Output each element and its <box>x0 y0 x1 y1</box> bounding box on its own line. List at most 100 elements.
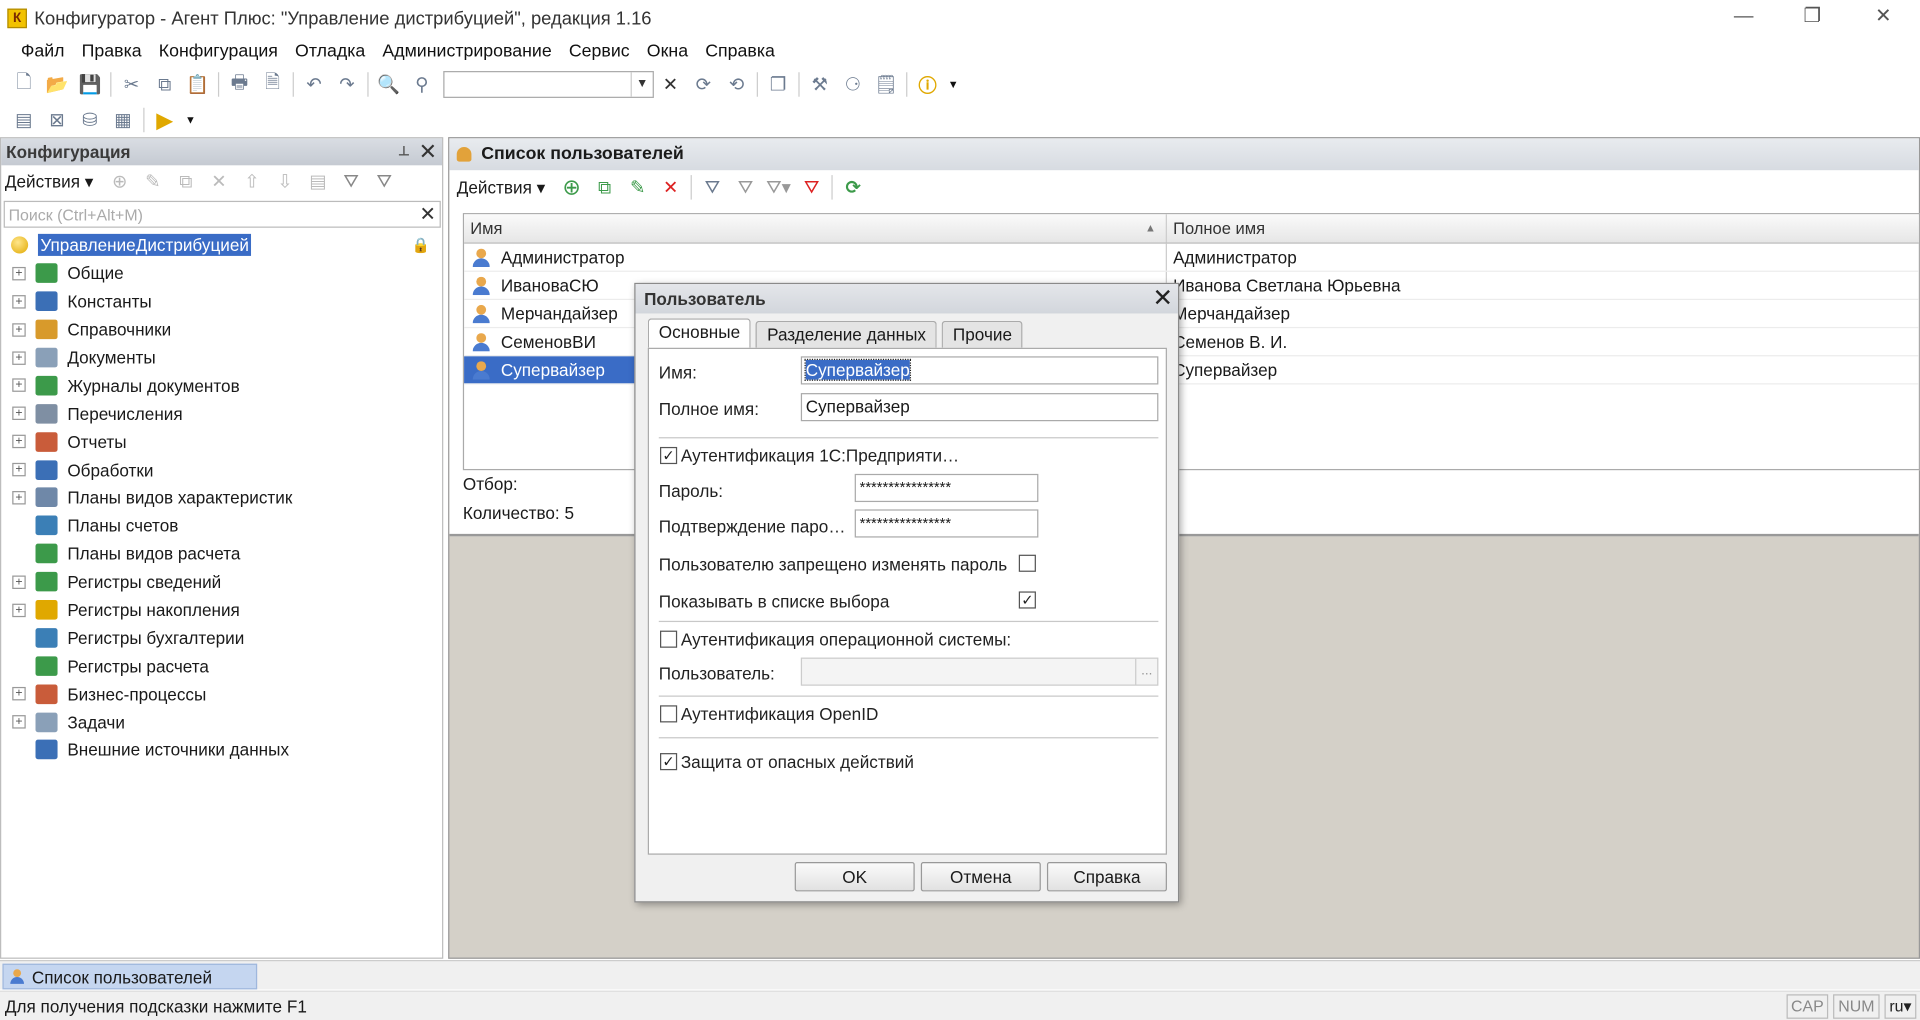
wizard-icon[interactable]: ⚒ <box>806 71 833 98</box>
filter-icon[interactable]: ⛛ <box>338 168 365 195</box>
tree-item[interactable]: Планы видов расчета <box>1 540 442 568</box>
expand-icon[interactable]: + <box>12 687 26 701</box>
users-actions-menu[interactable]: Действия ▾ <box>457 177 545 198</box>
expand-icon[interactable]: + <box>12 322 26 337</box>
find-in-files-icon[interactable]: 🔍 <box>375 71 402 98</box>
edit-user-icon[interactable]: ✎ <box>624 174 651 201</box>
tree-item[interactable]: + Перечисления <box>1 400 442 428</box>
os-user-field[interactable]: ... <box>800 657 1159 686</box>
menu-administration[interactable]: Администрирование <box>374 42 560 62</box>
find-prev-icon[interactable]: ⟲ <box>723 71 750 98</box>
chevron-down-icon[interactable]: ▼ <box>630 72 653 97</box>
table-row[interactable]: Администратор Администратор <box>464 243 1919 272</box>
tab-data-separation[interactable]: Разделение данных <box>756 320 938 348</box>
tab-main[interactable]: Основные <box>647 318 752 348</box>
confirm-password-field[interactable]: **************** <box>854 509 1039 538</box>
close-window-button[interactable]: ✕ <box>1849 0 1918 37</box>
print-icon[interactable]: 🖶 <box>226 71 253 98</box>
filter-clear-icon[interactable]: ⛛ <box>371 168 398 195</box>
cancel-button[interactable]: Отмена <box>920 862 1041 892</box>
delete-user-icon[interactable]: ✕ <box>657 174 684 201</box>
tab-other[interactable]: Прочие <box>941 320 1024 348</box>
expand-icon[interactable]: + <box>12 378 26 393</box>
restore-button[interactable]: ❐ <box>1778 0 1847 37</box>
list-icon[interactable]: ▤ <box>305 168 332 195</box>
new-file-icon[interactable]: 🗋 <box>10 71 37 98</box>
pin-icon[interactable]: ⊥ <box>398 138 410 165</box>
redo-icon[interactable]: ↷ <box>334 71 361 98</box>
tree-item[interactable]: + Отчеты <box>1 428 442 456</box>
expand-icon[interactable]: + <box>12 406 26 421</box>
search-combo[interactable]: ▼ <box>443 71 654 98</box>
tree-item[interactable]: + Бизнес-процессы <box>1 680 442 708</box>
menu-debug[interactable]: Отладка <box>286 42 373 62</box>
move-down-icon[interactable]: ⇩ <box>272 168 299 195</box>
config-open-icon[interactable]: ▤ <box>10 107 37 134</box>
tree-search-input[interactable]: Поиск (Ctrl+Alt+M) ✕ <box>3 200 441 228</box>
minimize-button[interactable]: — <box>1709 0 1778 37</box>
filter-by-value-icon[interactable]: ⛛ <box>732 174 759 201</box>
syntax-helper-icon[interactable]: ⚆ <box>839 71 866 98</box>
dropdown-arrow-icon[interactable]: ▼ <box>947 71 959 98</box>
tree-item[interactable]: + Регистры накопления <box>1 596 442 624</box>
clear-search-icon[interactable]: ✕ <box>657 71 684 98</box>
tree-item[interactable]: + Регистры сведений <box>1 568 442 596</box>
expand-icon[interactable]: + <box>12 266 26 281</box>
tree-item[interactable]: + Документы <box>1 344 442 372</box>
select-button[interactable]: ... <box>1135 658 1157 685</box>
help-button[interactable]: Справка <box>1046 862 1167 892</box>
add-icon[interactable]: ⊕ <box>106 168 133 195</box>
auth-openid-checkbox[interactable] <box>660 705 678 723</box>
expand-icon[interactable]: + <box>12 462 26 477</box>
tree-item[interactable]: + Задачи <box>1 708 442 736</box>
table-icon[interactable]: ▦ <box>110 107 137 134</box>
notes-icon[interactable]: 🗒 <box>872 71 899 98</box>
refresh-icon[interactable]: ⟳ <box>840 174 867 201</box>
actions-menu[interactable]: Действия ▾ <box>5 171 93 192</box>
edit-icon[interactable]: ✎ <box>139 168 166 195</box>
filter-history-icon[interactable]: ⛛▾ <box>765 174 792 201</box>
windows-icon[interactable]: ❐ <box>765 71 792 98</box>
expand-icon[interactable]: + <box>12 603 26 617</box>
password-field[interactable]: **************** <box>854 473 1039 503</box>
move-up-icon[interactable]: ⇧ <box>238 168 265 195</box>
filter-clear-icon[interactable]: ⛛ <box>798 174 825 201</box>
tree-item[interactable]: Планы счетов <box>1 512 442 540</box>
undo-icon[interactable]: ↶ <box>301 71 328 98</box>
show-in-list-checkbox[interactable]: ✓ <box>1018 591 1036 609</box>
danger-protection-checkbox[interactable]: ✓ <box>660 753 678 771</box>
col-fullname-header[interactable]: Полное имя <box>1167 214 1919 242</box>
tree-item[interactable]: + Константы <box>1 287 442 315</box>
tree-item[interactable]: + Общие <box>1 259 442 287</box>
fullname-field[interactable]: Супервайзер <box>800 393 1159 422</box>
clear-icon[interactable]: ✕ <box>420 202 436 226</box>
tree-item[interactable]: Регистры расчета <box>1 652 442 680</box>
tree-item[interactable]: Регистры бухгалтерии <box>1 624 442 652</box>
delete-icon[interactable]: ✕ <box>205 168 232 195</box>
menu-configuration[interactable]: Конфигурация <box>150 42 286 62</box>
run-debug-icon[interactable]: ▶ <box>151 107 178 134</box>
open-folder-icon[interactable]: 📂 <box>43 71 70 98</box>
tree-item[interactable]: Внешние источники данных <box>1 736 442 764</box>
menu-file[interactable]: Файл <box>12 42 73 62</box>
auth-os-checkbox[interactable] <box>660 630 678 648</box>
tree-item[interactable]: + Журналы документов <box>1 372 442 400</box>
menu-edit[interactable]: Правка <box>73 42 150 62</box>
expand-icon[interactable]: + <box>12 490 26 505</box>
expand-icon[interactable]: + <box>12 294 26 309</box>
forbid-change-checkbox[interactable] <box>1018 554 1036 572</box>
expand-icon[interactable]: + <box>12 350 26 365</box>
language-selector[interactable]: ru▾ <box>1884 994 1917 1019</box>
find-next-icon[interactable]: ⟳ <box>690 71 717 98</box>
database-icon[interactable]: ⛁ <box>77 107 104 134</box>
filter-icon[interactable]: ⛛ <box>699 174 726 201</box>
config-close-icon[interactable]: ⊠ <box>43 107 70 134</box>
add-user-icon[interactable]: ⊕ <box>558 174 585 201</box>
menu-service[interactable]: Сервис <box>560 42 638 62</box>
cut-icon[interactable]: ✂ <box>118 71 145 98</box>
close-icon[interactable]: ✕ <box>1153 284 1174 313</box>
tree-item[interactable]: + Планы видов характеристик <box>1 484 442 512</box>
ok-button[interactable]: OK <box>794 862 915 892</box>
print-preview-icon[interactable]: 🗎 <box>259 71 286 98</box>
dropdown-arrow-icon[interactable]: ▼ <box>184 107 196 134</box>
